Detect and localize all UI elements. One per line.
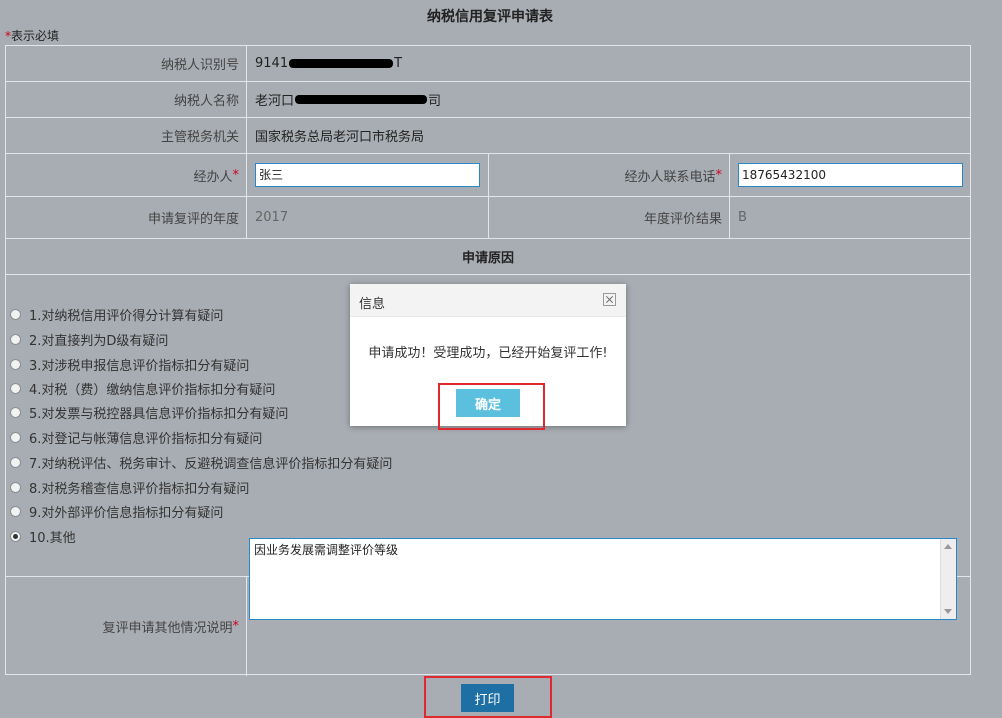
radio-button[interactable]	[10, 431, 21, 443]
page: 纳税信用复评申请表 *表示必填 纳税人识别号 9141 T 纳税人名称 老河口 …	[0, 0, 1002, 718]
tax-office-label: 主管税务机关	[6, 118, 247, 153]
radio-button[interactable]	[10, 358, 21, 370]
handler-input[interactable]: 张三	[255, 163, 480, 187]
reason-item-4[interactable]: 4.对税（费）缴纳信息评价指标扣分有疑问	[10, 378, 275, 398]
year-value: 2017	[247, 197, 489, 238]
taxpayer-name-value: 老河口 司	[255, 94, 442, 109]
handler-phone-cell: 18765432100	[730, 154, 970, 196]
row-year: 申请复评的年度 2017 年度评价结果 B	[6, 197, 970, 239]
redaction-mark	[295, 95, 428, 104]
ok-highlight-box	[438, 383, 545, 430]
taxpayer-id-label: 纳税人识别号	[6, 46, 247, 81]
reason-item-9[interactable]: 9.对外部评价信息指标扣分有疑问	[10, 501, 223, 521]
radio-button[interactable]	[10, 406, 21, 418]
row-tax-office: 主管税务机关 国家税务总局老河口市税务局	[6, 118, 970, 154]
taxpayer-id-value: 9141 T	[255, 56, 403, 71]
radio-button[interactable]	[10, 382, 21, 394]
radio-button[interactable]	[10, 505, 21, 517]
taxpayer-name-label: 纳税人名称	[6, 82, 247, 117]
radio-button[interactable]	[10, 481, 21, 493]
reason-item-5[interactable]: 5.对发票与税控器具信息评价指标扣分有疑问	[10, 402, 288, 422]
row-taxpayer-id: 纳税人识别号 9141 T	[6, 46, 970, 82]
reason-item-10[interactable]: 10.其他	[10, 526, 76, 546]
year-label: 申请复评的年度	[6, 197, 247, 238]
result-value: B	[738, 210, 747, 225]
reason-item-6[interactable]: 6.对登记与帐薄信息评价指标扣分有疑问	[10, 427, 262, 447]
reason-item-1[interactable]: 1.对纳税信用评价得分计算有疑问	[10, 304, 223, 324]
reason-item-3[interactable]: 3.对涉税申报信息评价指标扣分有疑问	[10, 354, 249, 374]
dialog-message: 申请成功！受理成功，已经开始复评工作!	[368, 346, 608, 361]
handler-phone-label: 经办人联系电话 *	[489, 154, 730, 196]
row-taxpayer-name: 纳税人名称 老河口 司	[6, 82, 970, 118]
row-handler: 经办人 * 张三 经办人联系电话 * 18765432100	[6, 154, 970, 197]
print-highlight-box	[424, 676, 552, 718]
scroll-up-icon[interactable]	[944, 544, 952, 549]
handler-phone-input[interactable]: 18765432100	[738, 163, 963, 187]
reason-section-title: 申请原因	[461, 251, 514, 266]
scroll-down-icon[interactable]	[944, 609, 952, 614]
textarea-scrollbar[interactable]	[940, 539, 956, 619]
other-desc-textarea[interactable]: 因业务发展需调整评价等级	[249, 538, 957, 620]
page-title: 纳税信用复评申请表	[427, 9, 553, 25]
tax-office-value: 国家税务总局老河口市税务局	[255, 130, 425, 145]
close-icon[interactable]	[603, 293, 616, 306]
reason-item-8[interactable]: 8.对税务稽查信息评价指标扣分有疑问	[10, 477, 249, 497]
dialog-header: 信息	[350, 284, 626, 317]
handler-cell: 张三	[247, 154, 489, 196]
handler-label: 经办人 *	[6, 154, 247, 196]
radio-button-selected[interactable]	[10, 530, 21, 542]
radio-button[interactable]	[10, 456, 21, 468]
dialog-title: 信息	[359, 297, 386, 312]
other-desc-label: 复评申请其他情况说明 *	[6, 577, 247, 676]
required-note: *表示必填	[5, 29, 60, 43]
result-label: 年度评价结果	[489, 197, 730, 238]
reason-item-7[interactable]: 7.对纳税评估、税务审计、反避税调查信息评价指标扣分有疑问	[10, 452, 392, 472]
radio-button[interactable]	[10, 308, 21, 320]
radio-button[interactable]	[10, 333, 21, 345]
row-reason-header: 申请原因	[6, 239, 970, 275]
reason-item-2[interactable]: 2.对直接判为D级有疑问	[10, 329, 168, 349]
redaction-mark	[289, 59, 394, 68]
